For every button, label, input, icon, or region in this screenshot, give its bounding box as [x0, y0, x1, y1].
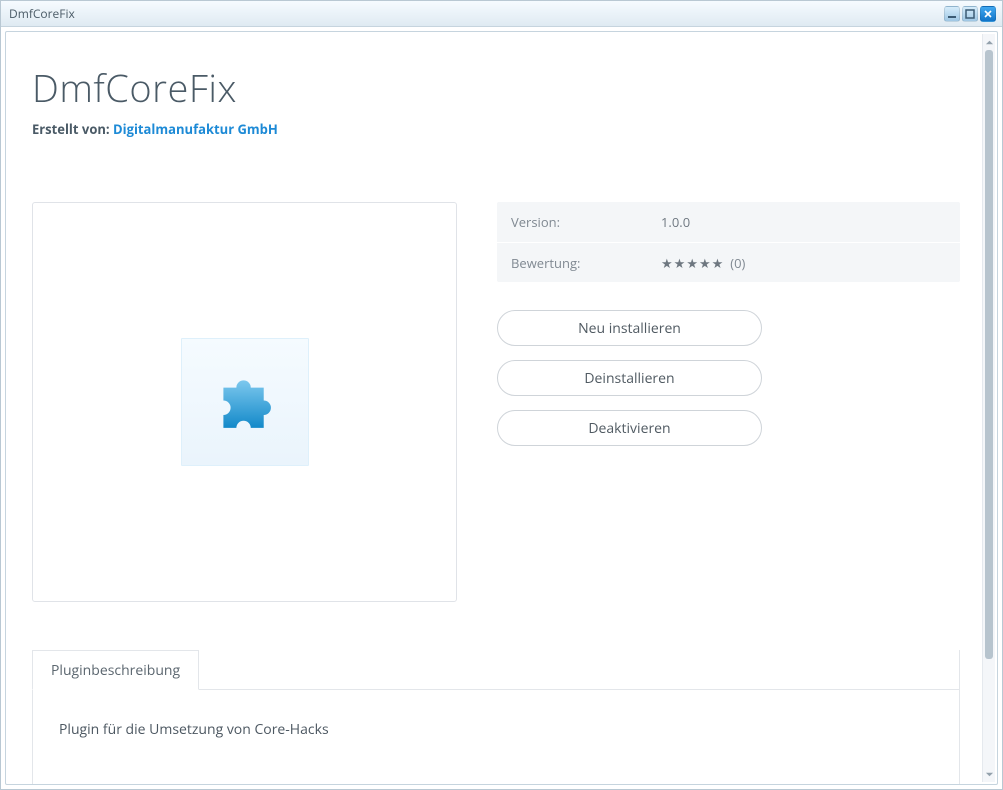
- star-icon: ★: [674, 254, 686, 272]
- version-value: 1.0.0: [661, 213, 690, 231]
- content-scroll[interactable]: DmfCoreFix Erstellt von: Digitalmanufakt…: [6, 32, 980, 784]
- titlebar[interactable]: DmfCoreFix: [1, 1, 1002, 27]
- description-tabs: Pluginbeschreibung: [32, 650, 960, 690]
- main-columns: Version: 1.0.0 Bewertung: ★ ★ ★ ★ ★: [32, 202, 960, 602]
- window-title: DmfCoreFix: [9, 5, 944, 22]
- rating-stars: ★ ★ ★ ★ ★ (0): [661, 254, 745, 272]
- meta-row-rating: Bewertung: ★ ★ ★ ★ ★ (0): [497, 242, 960, 282]
- tab-plugin-description[interactable]: Pluginbeschreibung: [32, 650, 199, 690]
- star-icon: ★: [686, 254, 698, 272]
- description-panel: Plugin für die Umsetzung von Core-Hacks: [32, 690, 960, 784]
- plugin-thumbnail: [181, 338, 309, 466]
- scroll-up-button[interactable]: [983, 34, 995, 50]
- window-buttons: [944, 6, 996, 22]
- uninstall-button[interactable]: Deinstallieren: [497, 360, 762, 396]
- creator-label: Erstellt von:: [32, 120, 110, 138]
- close-button[interactable]: [980, 6, 996, 22]
- version-label: Version:: [511, 213, 661, 231]
- scroll-down-button[interactable]: [983, 766, 995, 782]
- app-window: DmfCoreFix DmfCoreFix Erstellt von: Digi…: [0, 0, 1003, 790]
- meta-and-actions: Version: 1.0.0 Bewertung: ★ ★ ★ ★ ★: [497, 202, 960, 602]
- description-text: Plugin für die Umsetzung von Core-Hacks: [59, 720, 933, 739]
- vertical-scrollbar[interactable]: [982, 34, 995, 782]
- plugin-thumbnail-box: [32, 202, 457, 602]
- star-icon: ★: [712, 254, 724, 272]
- page-title: DmfCoreFix: [32, 62, 960, 114]
- star-icon: ★: [699, 254, 711, 272]
- meta-table: Version: 1.0.0 Bewertung: ★ ★ ★ ★ ★: [497, 202, 960, 282]
- scrollbar-thumb[interactable]: [985, 50, 993, 659]
- creator-link[interactable]: Digitalmanufaktur GmbH: [113, 120, 278, 138]
- puzzle-piece-icon: [209, 366, 281, 438]
- creator-line: Erstellt von: Digitalmanufaktur GmbH: [32, 120, 960, 138]
- maximize-button[interactable]: [962, 6, 978, 22]
- rating-label: Bewertung:: [511, 254, 661, 272]
- action-buttons: Neu installieren Deinstallieren Deaktivi…: [497, 310, 762, 446]
- star-icon: ★: [661, 254, 673, 272]
- minimize-button[interactable]: [944, 6, 960, 22]
- window-body: DmfCoreFix Erstellt von: Digitalmanufakt…: [5, 31, 998, 785]
- deactivate-button[interactable]: Deaktivieren: [497, 410, 762, 446]
- scrollbar-track[interactable]: [983, 50, 995, 766]
- reinstall-button[interactable]: Neu installieren: [497, 310, 762, 346]
- rating-count: (0): [730, 254, 745, 272]
- meta-row-version: Version: 1.0.0: [497, 202, 960, 242]
